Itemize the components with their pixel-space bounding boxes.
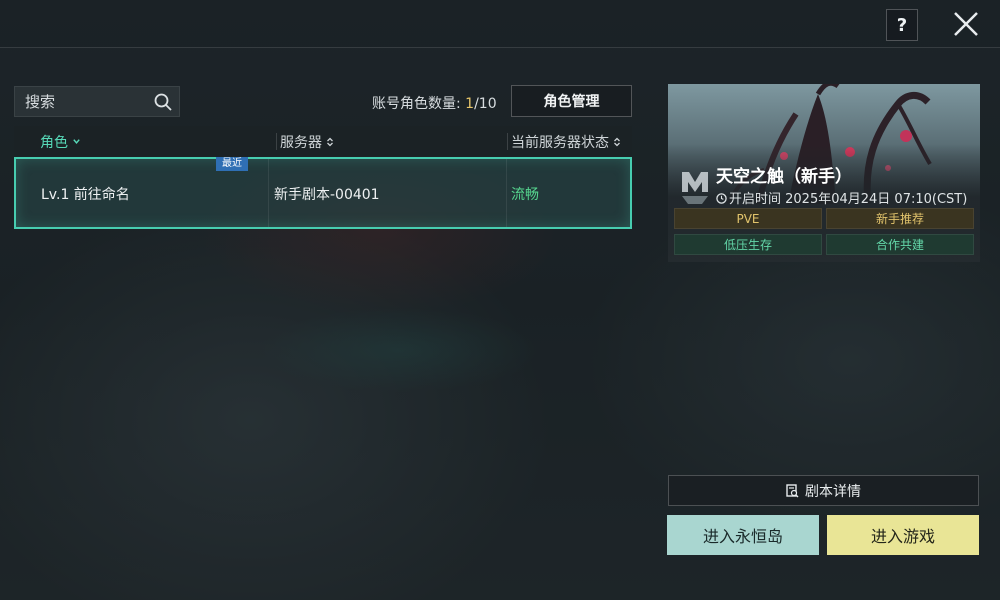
table-header: 角色 服务器 当前服务器状态 — [14, 126, 632, 156]
table-row[interactable]: 最近 Lv.1 前往命名 新手剧本-00401 流畅 — [14, 157, 632, 229]
header-status-label: 当前服务器状态 — [511, 135, 609, 151]
role-count-label: 账号角色数量: — [372, 96, 466, 112]
scenario-logo-icon — [682, 172, 708, 204]
role-count-current: 1 — [465, 96, 475, 112]
scenario-title: 天空之触（新手） — [716, 167, 852, 187]
role-count-total: /10 — [474, 96, 497, 112]
tag-pve: PVE — [674, 208, 822, 229]
close-icon — [954, 12, 978, 36]
role-count: 账号角色数量: 1/10 — [372, 93, 497, 113]
header-role[interactable]: 角色 — [40, 132, 81, 152]
role-name: Lv.1 前往命名 — [41, 187, 130, 203]
help-button[interactable]: ? — [886, 9, 918, 41]
sort-icon — [327, 137, 334, 147]
enter-game-button[interactable]: 进入游戏 — [827, 515, 979, 555]
server-status: 流畅 — [511, 187, 539, 203]
close-button[interactable] — [950, 8, 982, 40]
document-search-icon — [786, 483, 799, 497]
details-label: 剧本详情 — [805, 483, 861, 500]
help-label: ? — [896, 14, 908, 36]
header-divider — [276, 133, 277, 150]
column-divider — [268, 159, 269, 227]
header-status[interactable]: 当前服务器状态 — [511, 132, 621, 152]
chevron-down-icon — [73, 139, 81, 144]
tag-coop: 合作共建 — [826, 234, 974, 255]
top-bar: ? — [0, 0, 1000, 48]
header-server[interactable]: 服务器 — [280, 132, 334, 152]
search-input[interactable]: 搜索 — [14, 86, 180, 117]
tag-beginner: 新手推荐 — [826, 208, 974, 229]
enter-island-button[interactable]: 进入永恒岛 — [667, 515, 819, 555]
header-divider — [507, 133, 508, 150]
open-time-text: 开启时间 2025年04月24日 07:10(CST) — [729, 192, 968, 207]
tag-low-pressure: 低压生存 — [674, 234, 822, 255]
scenario-open-time: 开启时间 2025年04月24日 07:10(CST) — [716, 188, 967, 207]
header-role-label: 角色 — [40, 135, 68, 151]
column-divider — [506, 159, 507, 227]
clock-icon — [716, 193, 727, 204]
scenario-card[interactable]: 天空之触（新手） 开启时间 2025年04月24日 07:10(CST) PVE… — [668, 84, 980, 262]
server-name: 新手剧本-00401 — [274, 187, 380, 203]
search-icon[interactable] — [153, 92, 173, 112]
scenario-details-button[interactable]: 剧本详情 — [668, 475, 979, 506]
header-server-label: 服务器 — [280, 135, 322, 151]
sort-icon — [614, 137, 621, 147]
search-placeholder: 搜索 — [25, 93, 56, 111]
recent-badge: 最近 — [216, 157, 248, 171]
role-manage-button[interactable]: 角色管理 — [511, 85, 632, 117]
